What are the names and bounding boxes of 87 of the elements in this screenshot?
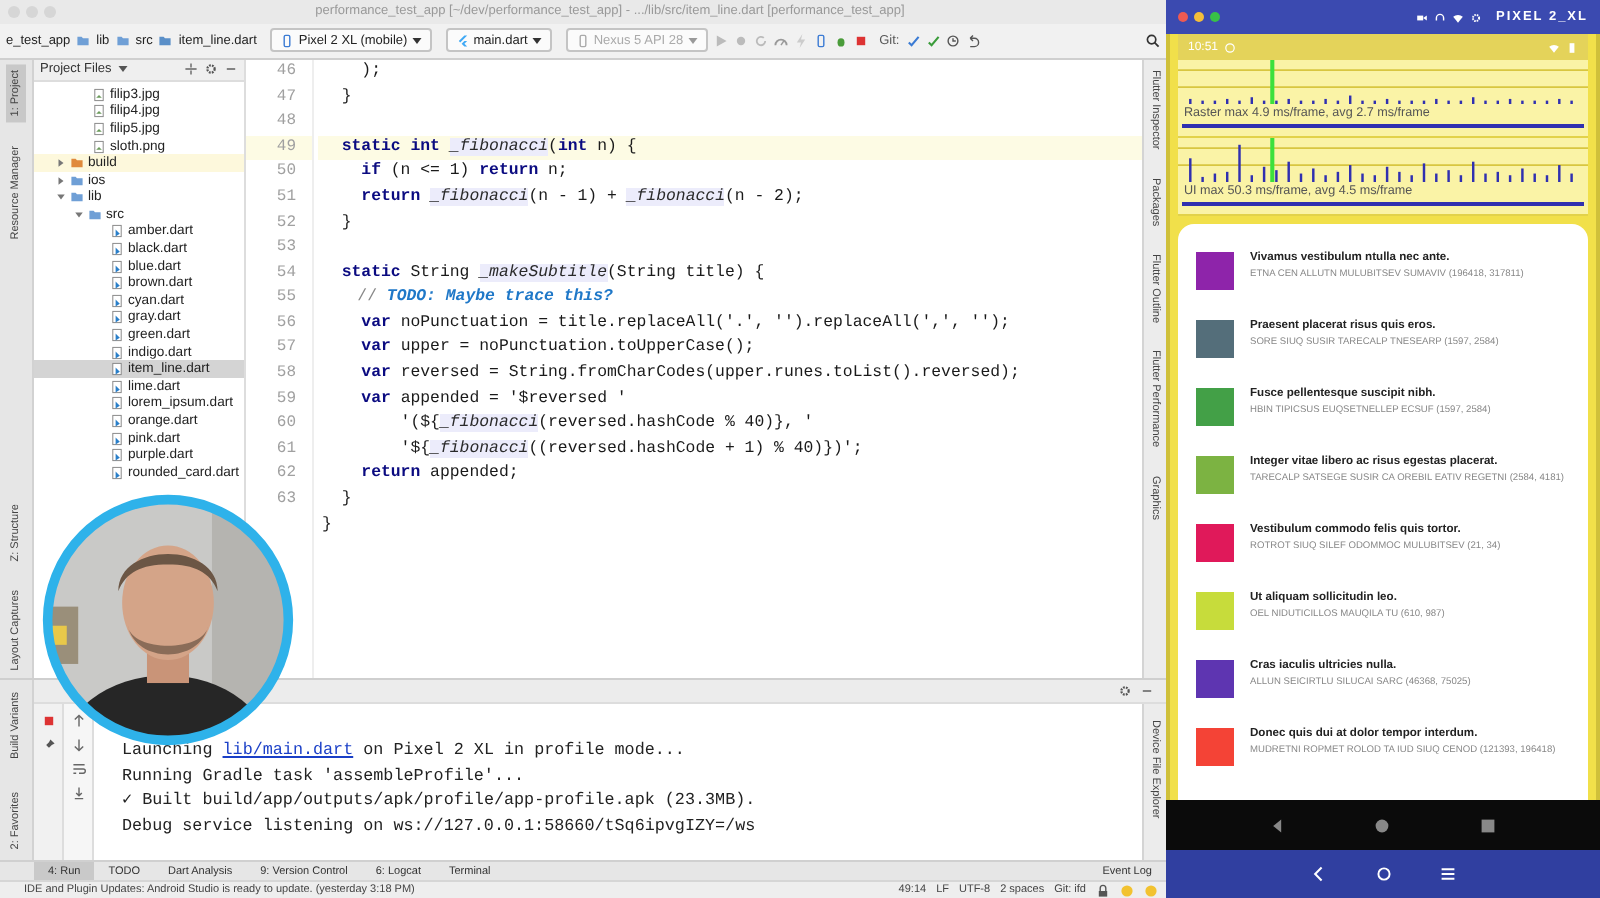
caret-icon	[687, 37, 698, 44]
recents-button[interactable]	[1479, 817, 1496, 833]
home-button[interactable]	[1375, 866, 1391, 882]
home-button[interactable]	[1374, 817, 1391, 833]
up-arrow-icon[interactable]	[71, 714, 85, 729]
wifi-icon[interactable]	[1451, 11, 1464, 23]
phone-icon	[575, 33, 590, 48]
collapse-all-icon[interactable]	[184, 62, 198, 77]
search-icon[interactable]	[1146, 33, 1160, 48]
back-button[interactable]	[1270, 817, 1287, 833]
console-line: Running Gradle task 'assembleProfile'...	[122, 763, 527, 789]
zoom-button[interactable]	[1210, 12, 1220, 22]
wifi-icon	[1548, 41, 1560, 53]
console-line: Debug service listening on ws://127.0.0.1:58660/tSq6ipvgIZY=/ws	[122, 813, 758, 839]
code-line: static String _makeSubtitle(String title) {	[339, 263, 765, 282]
code-line: var upper = noPunctuation.toUpperCase();	[359, 338, 755, 357]
close-button[interactable]	[1178, 12, 1188, 22]
stop-icon[interactable]	[853, 33, 868, 48]
down-arrow-icon[interactable]	[71, 738, 85, 753]
minimize-button[interactable]	[1194, 12, 1204, 22]
code-line: }	[322, 515, 332, 534]
code-line: static int _fibonacci(int n) {	[339, 137, 637, 156]
code-line: var reversed = String.fromCharCodes(upper.runes.toList().reversed);	[359, 364, 1020, 383]
code-line: var appended = '$reversed '	[359, 389, 627, 408]
caret-icon	[117, 66, 128, 73]
code-line: }	[339, 213, 352, 231]
stop-icon[interactable]	[41, 714, 55, 729]
phone-icon	[280, 33, 295, 48]
collapse-arrow-icon[interactable]	[56, 192, 66, 203]
undo-icon[interactable]	[965, 33, 980, 48]
flutter-icon	[455, 33, 470, 48]
folder-icon	[115, 33, 130, 48]
soft-wrap-icon[interactable]	[71, 762, 85, 777]
camera-icon[interactable]	[1415, 11, 1428, 23]
code-line: return appended;	[359, 464, 519, 483]
code-line: '(${_fibonacci(reversed.hashCode % 40)}, '	[398, 414, 814, 433]
caret-icon	[411, 37, 422, 44]
line-number: 60	[276, 414, 296, 433]
gauge-icon[interactable]	[773, 33, 788, 48]
dart-file-icon	[110, 224, 124, 239]
line-number: 63	[276, 490, 296, 509]
caret-icon	[531, 37, 542, 44]
line-number: 49	[276, 137, 296, 156]
line-number: 53	[276, 238, 296, 257]
line-number: 54	[276, 263, 296, 282]
line-number: 57	[276, 338, 296, 357]
expand-arrow-icon[interactable]	[56, 175, 66, 186]
folder-icon	[158, 33, 173, 48]
line-number: 50	[276, 162, 296, 181]
battery-icon	[1566, 41, 1578, 53]
folder-icon	[76, 33, 91, 48]
expand-arrow-icon[interactable]	[56, 158, 66, 169]
notification-icon	[1224, 41, 1237, 53]
line-number: 52	[276, 213, 296, 231]
line-number: 56	[276, 313, 296, 332]
console-line: Launching lib/main.dart on Pixel 2 XL in profile mode...	[122, 738, 687, 764]
code-line: var noPunctuation = title.replaceAll('.', '').replaceAll(',', '');	[359, 313, 1010, 332]
menu-icon[interactable]	[1439, 866, 1455, 882]
code-line: // TODO: Maybe trace this?	[355, 288, 613, 307]
code-line: }	[339, 490, 352, 509]
code-line: return _fibonacci(n - 1) + _fibonacci(n - 2);	[359, 187, 804, 206]
line-number: 58	[276, 364, 296, 383]
headphones-icon[interactable]	[1433, 11, 1446, 23]
line-number: 46	[276, 61, 296, 80]
back-button[interactable]	[1311, 866, 1327, 882]
code-line: }	[339, 87, 352, 106]
pin-icon[interactable]	[41, 738, 55, 753]
file-link[interactable]: lib/main.dart	[222, 740, 354, 761]
collapse-arrow-icon[interactable]	[74, 209, 84, 220]
line-number: 48	[276, 112, 296, 131]
lock-icon[interactable]	[1096, 883, 1110, 898]
line-number: 47	[276, 87, 296, 106]
scroll-to-end-icon[interactable]	[71, 786, 85, 801]
line-number: 61	[276, 439, 296, 458]
code-line: if (n <= 1) return n;	[359, 162, 568, 181]
code-line: '${_fibonacci((reversed.hashCode + 1) % 40)})';	[398, 439, 863, 458]
history-icon[interactable]	[945, 33, 960, 48]
line-number: 62	[276, 464, 296, 483]
image-file-icon	[92, 139, 106, 154]
line-number: 59	[276, 389, 296, 408]
line-number: 51	[276, 187, 296, 206]
settings-icon[interactable]	[1118, 684, 1132, 699]
line-number: 55	[276, 288, 296, 307]
settings-icon[interactable]	[204, 62, 218, 77]
phone-icon[interactable]	[813, 33, 828, 48]
code-line: );	[359, 61, 381, 80]
console-line: ✓ Built build/app/outputs/apk/profile/app-profile.apk (23.3MB).	[122, 788, 758, 814]
